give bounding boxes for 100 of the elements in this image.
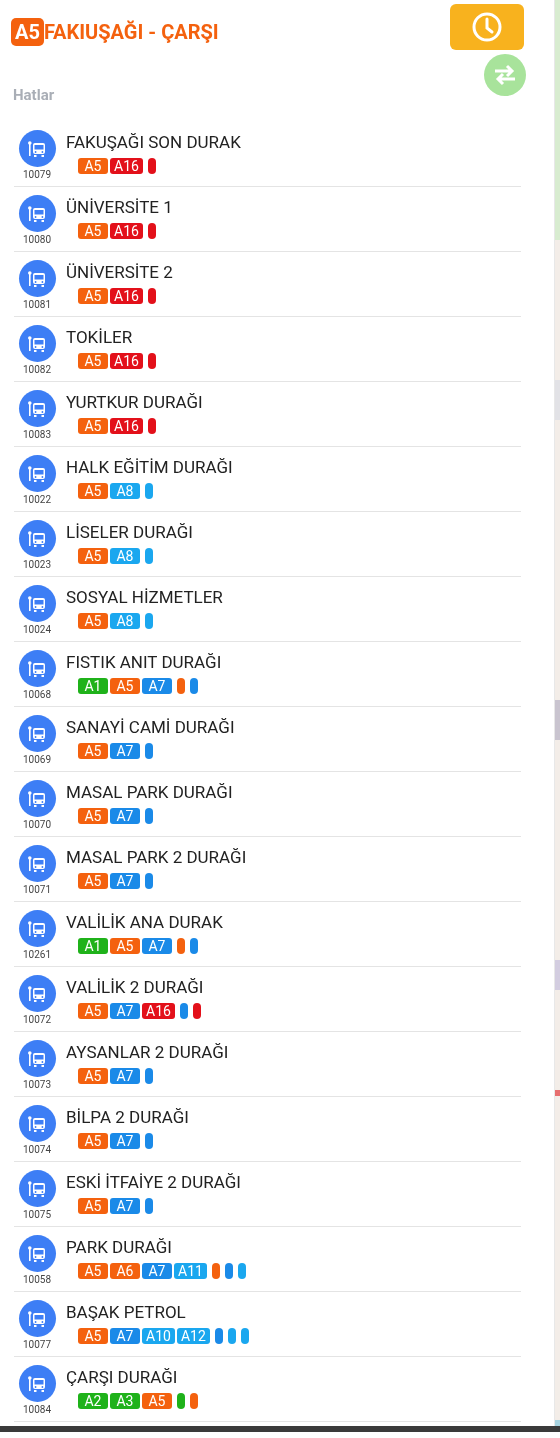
stop-code: 10081 — [22, 299, 52, 311]
bus-stop-icon — [27, 1308, 47, 1329]
stop-name[interactable]: ÜNİVERSİTE 1 — [66, 197, 521, 217]
stop-name[interactable]: SANAYİ CAMİ DURAĞI — [66, 717, 521, 737]
stop-code: 10068 — [22, 689, 52, 701]
stop-name[interactable]: BİLPA 2 DURAĞI — [66, 1107, 521, 1127]
route-badge: A5 — [78, 288, 108, 304]
stop-name[interactable]: VALİLİK 2 DURAĞI — [66, 977, 521, 997]
stop-name[interactable]: MASAL PARK DURAĞI — [66, 782, 521, 802]
stop-code: 10080 — [22, 234, 52, 246]
route-badge: A16 — [142, 1003, 175, 1019]
route-badge: A7 — [142, 1263, 172, 1279]
route-badge: A7 — [110, 1328, 140, 1344]
bus-stop-icon — [27, 398, 47, 419]
stop-code: 10083 — [22, 429, 52, 441]
route-badge: A5 — [78, 1133, 108, 1149]
stop-name[interactable]: MASAL PARK 2 DURAĞI — [66, 847, 521, 867]
bus-stop-icon — [27, 658, 47, 679]
bus-stop-icon — [27, 333, 47, 354]
route-badge: A5 — [78, 808, 108, 824]
route-badge: A5 — [110, 938, 140, 954]
clock-icon — [471, 11, 503, 43]
route-badge: A5 — [78, 743, 108, 759]
route-badge: A5 — [78, 1198, 108, 1214]
stop-name[interactable]: ÇARŞI DURAĞI — [66, 1367, 521, 1387]
route-badge: A10 — [142, 1328, 175, 1344]
route-badge: A1 — [78, 938, 108, 954]
route-badge: A5 — [11, 18, 44, 46]
stop-code: 10072 — [22, 1014, 52, 1026]
stop-code: 10074 — [22, 1144, 52, 1156]
stop-name[interactable]: TOKİLER — [66, 327, 521, 347]
route-badge: A7 — [110, 873, 140, 889]
stop-code: 10082 — [22, 364, 52, 376]
route-badge: A16 — [110, 223, 143, 239]
stop-code: 10023 — [22, 559, 52, 571]
bus-stop-icon — [27, 983, 47, 1004]
stop-code: 10079 — [22, 169, 52, 181]
route-badge: A5 — [142, 1393, 172, 1409]
route-badge: A5 — [78, 158, 108, 174]
route-badge: A7 — [142, 938, 172, 954]
bus-stop-icon — [27, 918, 47, 939]
stop-code: 10069 — [22, 754, 52, 766]
stop-code: 10071 — [22, 884, 52, 896]
stop-name[interactable]: HALK EĞİTİM DURAĞI — [66, 457, 521, 477]
bus-stop-icon — [27, 1048, 47, 1069]
route-badge: A7 — [110, 808, 140, 824]
stop-name[interactable]: FAKUŞAĞI SON DURAK — [66, 132, 521, 152]
stop-code: 10058 — [22, 1274, 52, 1286]
route-badge: A1 — [78, 678, 108, 694]
route-badge: A5 — [78, 418, 108, 434]
route-badge: A8 — [110, 613, 140, 629]
route-badge: A6 — [110, 1263, 140, 1279]
stop-name[interactable]: ÜNİVERSİTE 2 — [66, 262, 521, 282]
route-badge: A8 — [110, 483, 140, 499]
route-badge: A7 — [110, 743, 140, 759]
bus-stop-icon — [27, 788, 47, 809]
stop-name[interactable]: YURTKUR DURAĞI — [66, 392, 521, 412]
route-badge: A5 — [78, 1068, 108, 1084]
bus-stop-icon — [27, 1113, 47, 1134]
bus-stop-icon — [27, 723, 47, 744]
route-title: FAKIUŞAĞI - ÇARŞI — [43, 20, 219, 44]
route-badge: A12 — [176, 1328, 210, 1344]
route-badge: A5 — [78, 1003, 108, 1019]
bus-stop-icon — [27, 1243, 47, 1264]
stop-name[interactable]: FISTIK ANIT DURAĞI — [66, 652, 521, 672]
bus-stop-icon — [27, 203, 47, 224]
stop-code: 10077 — [22, 1339, 52, 1351]
route-badge: A7 — [110, 1068, 140, 1084]
route-badge: A5 — [78, 353, 108, 369]
route-badge: A5 — [78, 223, 108, 239]
route-badge: A8 — [110, 548, 140, 564]
route-badge: A11 — [174, 1263, 207, 1279]
route-badge: A5 — [78, 1263, 108, 1279]
schedule-button[interactable] — [450, 4, 524, 50]
swap-direction-button[interactable] — [484, 54, 526, 96]
bus-stop-icon — [27, 853, 47, 874]
stop-code: 10022 — [22, 494, 52, 506]
stop-code: 10075 — [22, 1209, 52, 1221]
route-badge: A5 — [78, 548, 108, 564]
bus-stop-icon — [27, 138, 47, 159]
route-badge: A5 — [78, 613, 108, 629]
swap-icon — [493, 64, 517, 86]
route-badge: A2 — [78, 1393, 108, 1409]
bus-stop-icon — [27, 1178, 47, 1199]
stop-name[interactable]: LİSELER DURAĞI — [66, 522, 521, 542]
stop-name[interactable]: ESKİ İTFAİYE 2 DURAĞI — [66, 1172, 521, 1192]
stop-name[interactable]: AYSANLAR 2 DURAĞI — [66, 1042, 521, 1062]
stop-code: 10084 — [22, 1404, 52, 1416]
bus-stop-icon — [27, 463, 47, 484]
stop-name[interactable]: BAŞAK PETROL — [66, 1302, 521, 1322]
stop-name[interactable]: PARK DURAĞI — [66, 1237, 521, 1257]
route-badge: A7 — [110, 1003, 140, 1019]
route-badge: A7 — [110, 1198, 140, 1214]
route-badge: A5 — [78, 483, 108, 499]
route-badge: A3 — [110, 1393, 140, 1409]
route-badge: A7 — [110, 1133, 140, 1149]
stop-name[interactable]: VALİLİK ANA DURAK — [66, 912, 521, 932]
stop-name[interactable]: SOSYAL HİZMETLER — [66, 587, 521, 607]
section-label: Hatlar — [13, 86, 56, 104]
route-badge: A16 — [110, 418, 143, 434]
